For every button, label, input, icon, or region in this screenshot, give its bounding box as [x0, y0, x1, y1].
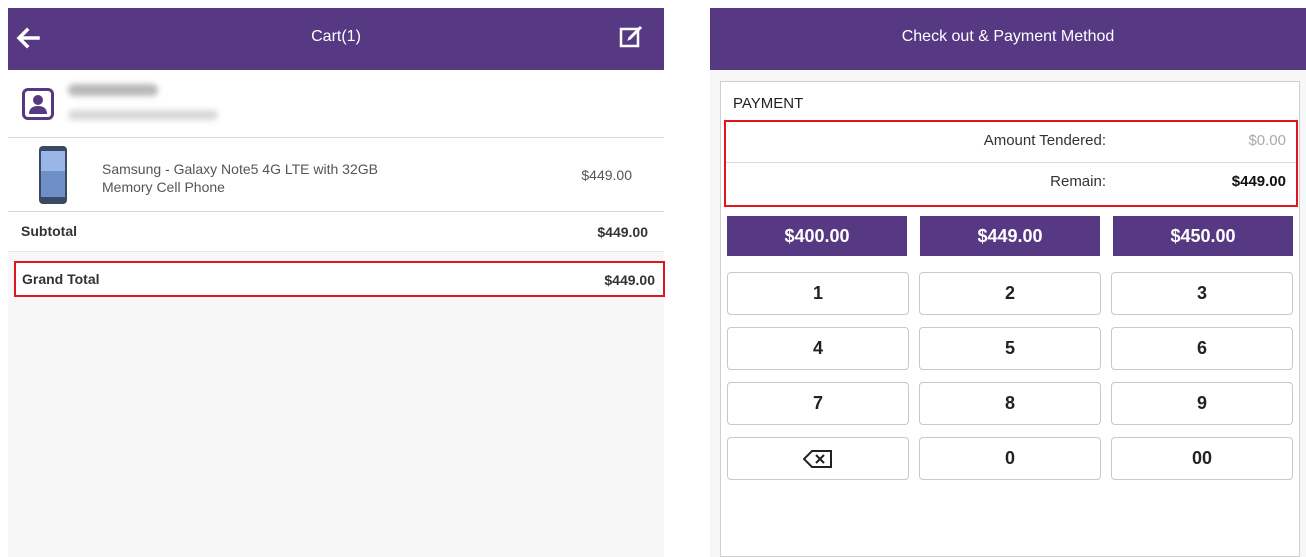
subtotal-label: Subtotal [21, 223, 77, 239]
subtotal-value: $449.00 [597, 224, 648, 240]
keypad-key-0[interactable]: 0 [919, 437, 1101, 480]
quick-amount-button[interactable]: $449.00 [920, 216, 1100, 256]
cart-item-name: Samsung - Galaxy Note5 4G LTE with 32GB … [102, 161, 378, 195]
keypad-key-2[interactable]: 2 [919, 272, 1101, 315]
cart-header: Cart(1) [8, 8, 664, 70]
cart-item[interactable]: Samsung - Galaxy Note5 4G LTE with 32GB … [8, 138, 664, 212]
keypad-key-4[interactable]: 4 [727, 327, 909, 370]
keypad-key-7[interactable]: 7 [727, 382, 909, 425]
keypad-key-3[interactable]: 3 [1111, 272, 1293, 315]
amount-tendered-label: Amount Tendered: [983, 132, 1106, 149]
payment-header: Check out & Payment Method [710, 8, 1306, 70]
amount-tendered-row: Amount Tendered: $0.00 [726, 122, 1296, 163]
customer-email-blurred [68, 110, 218, 120]
customer-avatar-icon [22, 88, 54, 120]
phone-product-image [39, 146, 67, 204]
remain-value: $449.00 [1231, 173, 1286, 190]
customer-row[interactable] [8, 70, 664, 138]
quick-amount-button[interactable]: $450.00 [1113, 216, 1293, 256]
edit-icon[interactable] [618, 23, 644, 49]
backspace-button[interactable] [727, 437, 909, 480]
tender-summary: Amount Tendered: $0.00 Remain: $449.00 [724, 120, 1298, 207]
keypad-key-5[interactable]: 5 [919, 327, 1101, 370]
keypad-key-6[interactable]: 6 [1111, 327, 1293, 370]
cart-title: Cart(1) [311, 28, 361, 45]
keypad-key-00[interactable]: 00 [1111, 437, 1293, 480]
keypad-key-8[interactable]: 8 [919, 382, 1101, 425]
payment-title: Check out & Payment Method [901, 28, 1115, 45]
subtotal-row: Subtotal $449.00 [8, 212, 664, 252]
backspace-icon [802, 450, 832, 469]
grand-total-row: Grand Total $449.00 [14, 261, 665, 297]
payment-body: PAYMENT Amount Tendered: $0.00 Remain: $… [720, 81, 1300, 557]
grand-total-label: Grand Total [22, 271, 100, 287]
remain-label: Remain: [1050, 173, 1106, 190]
quick-amount-row: $400.00 $449.00 $450.00 [727, 216, 1294, 256]
keypad-key-1[interactable]: 1 [727, 272, 909, 315]
amount-tendered-value: $0.00 [1248, 132, 1286, 149]
grand-total-value: $449.00 [604, 272, 655, 288]
payment-panel: Check out & Payment Method PAYMENT Amoun… [710, 8, 1306, 557]
payment-section-label: PAYMENT [733, 95, 804, 112]
cart-item-price: $449.00 [581, 167, 632, 183]
quick-amount-button[interactable]: $400.00 [727, 216, 907, 256]
cart-panel: Cart(1) Samsung - Galaxy Note5 4G LTE wi… [8, 8, 665, 557]
customer-name-blurred [68, 84, 158, 96]
keypad-key-9[interactable]: 9 [1111, 382, 1293, 425]
remain-row: Remain: $449.00 [726, 163, 1296, 204]
